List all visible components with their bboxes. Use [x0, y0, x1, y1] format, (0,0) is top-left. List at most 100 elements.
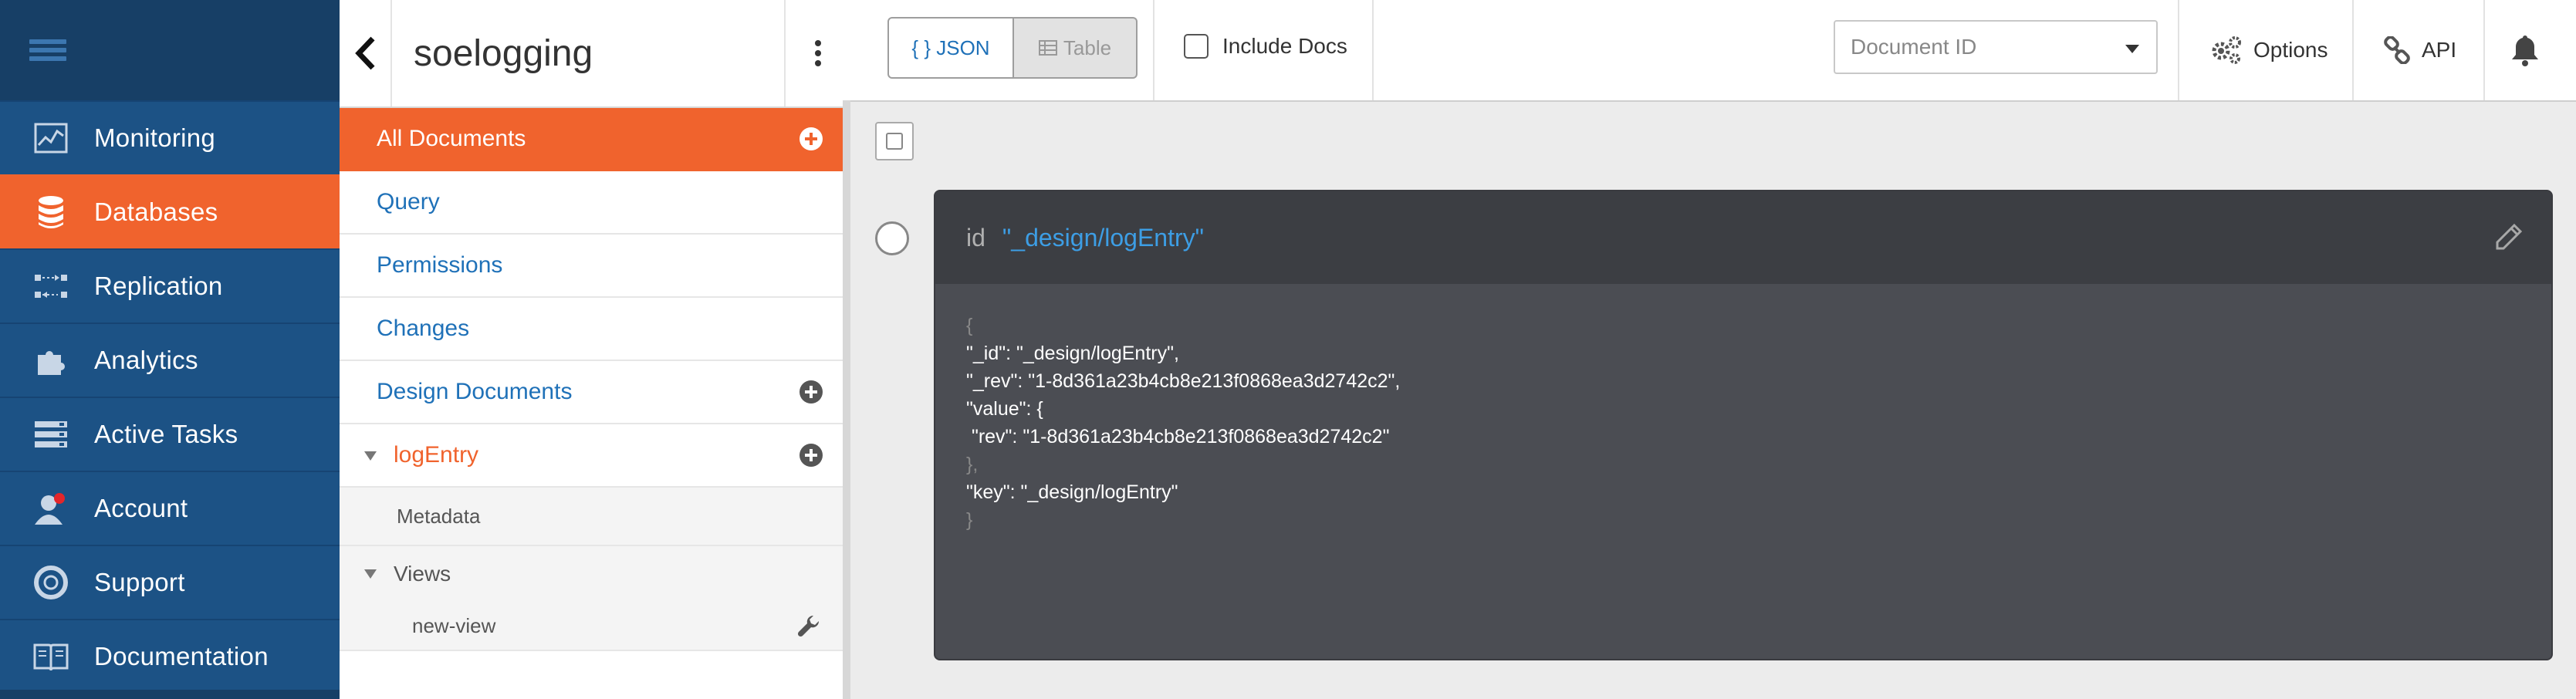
sidebar-item-design-doc[interactable]: logEntry — [340, 424, 850, 488]
nav-label: Documentation — [94, 642, 269, 670]
toolbar-divider — [2483, 0, 2485, 100]
nav-footer — [0, 690, 340, 699]
document-id-placeholder: Document ID — [1851, 35, 1977, 59]
pencil-edit-icon[interactable] — [2494, 222, 2524, 252]
options-label: Options — [2253, 38, 2328, 62]
add-document-icon[interactable] — [800, 127, 823, 150]
design-doc-name: logEntry — [394, 442, 479, 468]
api-button[interactable]: API — [2383, 0, 2456, 100]
include-docs-checkbox[interactable] — [1184, 34, 1209, 59]
options-button[interactable]: Options — [2210, 0, 2328, 100]
view-name: new-view — [412, 613, 496, 637]
sidebar-item-label: Design Documents — [377, 379, 573, 404]
document-card[interactable]: id "_design/logEntry" { "_id": "_design/… — [934, 190, 2553, 660]
nav-label: Databases — [94, 198, 218, 226]
document-card-header: id "_design/logEntry" — [935, 191, 2551, 284]
nav-item-account[interactable]: Account — [0, 471, 340, 545]
include-docs-label: Include Docs — [1222, 34, 1347, 58]
sidebar-item-label: Changes — [377, 316, 470, 341]
document-id-select[interactable]: Document ID — [1834, 20, 2158, 74]
json-line: "_rev": "1-8d361a23b4cb8e213f0868ea3d274… — [966, 370, 1401, 392]
nav-item-analytics[interactable]: Analytics — [0, 322, 340, 397]
sidebar-item-design-documents[interactable]: Design Documents — [340, 361, 850, 424]
nav-label: Replication — [94, 272, 223, 300]
nav-item-documentation[interactable]: Documentation — [0, 619, 340, 693]
monitoring-chart-icon — [28, 119, 74, 157]
design-doc-submenu: Metadata Views new-view — [340, 488, 850, 651]
select-all-checkbox[interactable] — [875, 122, 914, 160]
database-name: soelogging — [414, 32, 593, 74]
sidebar-header: soelogging — [340, 0, 850, 108]
view-toggle: { } JSON Table — [887, 17, 1138, 79]
table-icon — [1038, 40, 1057, 56]
table-view-button[interactable]: Table — [1014, 17, 1138, 79]
table-view-label: Table — [1063, 35, 1112, 59]
toolbar-divider — [1372, 0, 1374, 100]
toolbar-divider — [2352, 0, 2354, 100]
expand-triangle-icon[interactable] — [364, 451, 377, 461]
sidebar-item-permissions[interactable]: Permissions — [340, 235, 850, 298]
document-json-body: { "_id": "_design/logEntry", "_rev": "1-… — [935, 284, 2551, 562]
puzzle-icon — [28, 341, 74, 380]
chevron-left-icon — [355, 36, 375, 70]
include-docs-toggle[interactable]: Include Docs — [1184, 34, 1347, 59]
json-line: "value": { — [966, 398, 1043, 420]
database-sidebar: soelogging All Documents Query Permissio… — [340, 0, 850, 699]
lifebuoy-icon — [28, 563, 74, 602]
nav-item-support[interactable]: Support — [0, 545, 340, 619]
bell-icon — [2512, 35, 2538, 66]
gears-icon — [2212, 36, 2241, 64]
sidebar-item-all-documents[interactable]: All Documents — [340, 108, 850, 171]
nav-label: Active Tasks — [94, 420, 238, 448]
json-line: } — [966, 509, 973, 531]
toolbar-divider — [1153, 0, 1154, 100]
more-options-button[interactable] — [784, 0, 850, 106]
back-button[interactable] — [340, 0, 392, 106]
sidebar-item-label: Permissions — [377, 252, 503, 278]
nav-item-monitoring[interactable]: Monitoring — [0, 100, 340, 174]
sidebar-item-changes[interactable]: Changes — [340, 298, 850, 361]
json-line: { — [966, 315, 973, 336]
kebab-menu-icon — [815, 40, 821, 66]
nav-item-replication[interactable]: Replication — [0, 248, 340, 322]
replication-icon — [28, 267, 74, 306]
add-view-icon[interactable] — [800, 444, 823, 467]
sidebar-scrollbar[interactable] — [843, 100, 850, 699]
sidebar-item-label: Metadata — [397, 504, 481, 528]
nav-item-active-tasks[interactable]: Active Tasks — [0, 397, 340, 471]
toolbar-divider — [2178, 0, 2179, 100]
document-id-key: id — [966, 223, 985, 252]
primary-nav: Monitoring Databases Replication Analyti… — [0, 0, 340, 699]
account-icon — [28, 489, 74, 528]
book-icon — [28, 637, 74, 676]
document-select-radio[interactable] — [875, 221, 909, 255]
sidebar-item-query[interactable]: Query — [340, 171, 850, 235]
notification-dot-icon — [54, 493, 65, 504]
tasks-icon — [28, 415, 74, 454]
sidebar-item-metadata[interactable]: Metadata — [340, 488, 850, 546]
link-icon — [2384, 36, 2410, 64]
toolbar: { } JSON Table Include Docs Document ID … — [850, 0, 2576, 102]
expand-triangle-icon[interactable] — [364, 569, 377, 579]
hamburger-menu-icon[interactable] — [0, 0, 340, 100]
notifications-button[interactable] — [2510, 0, 2551, 100]
json-line: "rev": "1-8d361a23b4cb8e213f0868ea3d2742… — [966, 426, 1390, 447]
json-line: "_id": "_design/logEntry", — [966, 343, 1179, 364]
sidebar-item-views[interactable]: Views — [340, 546, 850, 602]
nav-item-databases[interactable]: Databases — [0, 174, 340, 248]
nav-label: Account — [94, 494, 188, 522]
caret-down-icon — [2125, 45, 2139, 53]
documents-area: id "_design/logEntry" { "_id": "_design/… — [850, 102, 2576, 699]
sidebar-item-view[interactable]: new-view — [340, 602, 850, 651]
add-design-doc-icon[interactable] — [800, 380, 823, 404]
database-icon — [28, 193, 74, 231]
sidebar-item-label: Views — [394, 562, 451, 586]
sidebar-item-label: All Documents — [377, 126, 526, 151]
sidebar-item-label: Query — [377, 189, 440, 214]
nav-label: Monitoring — [94, 123, 216, 152]
json-line: "key": "_design/logEntry" — [966, 481, 1178, 503]
wrench-icon[interactable] — [796, 613, 821, 638]
document-id-value[interactable]: "_design/logEntry" — [1002, 224, 1204, 252]
json-view-button[interactable]: { } JSON — [887, 17, 1014, 79]
nav-label: Analytics — [94, 346, 198, 374]
